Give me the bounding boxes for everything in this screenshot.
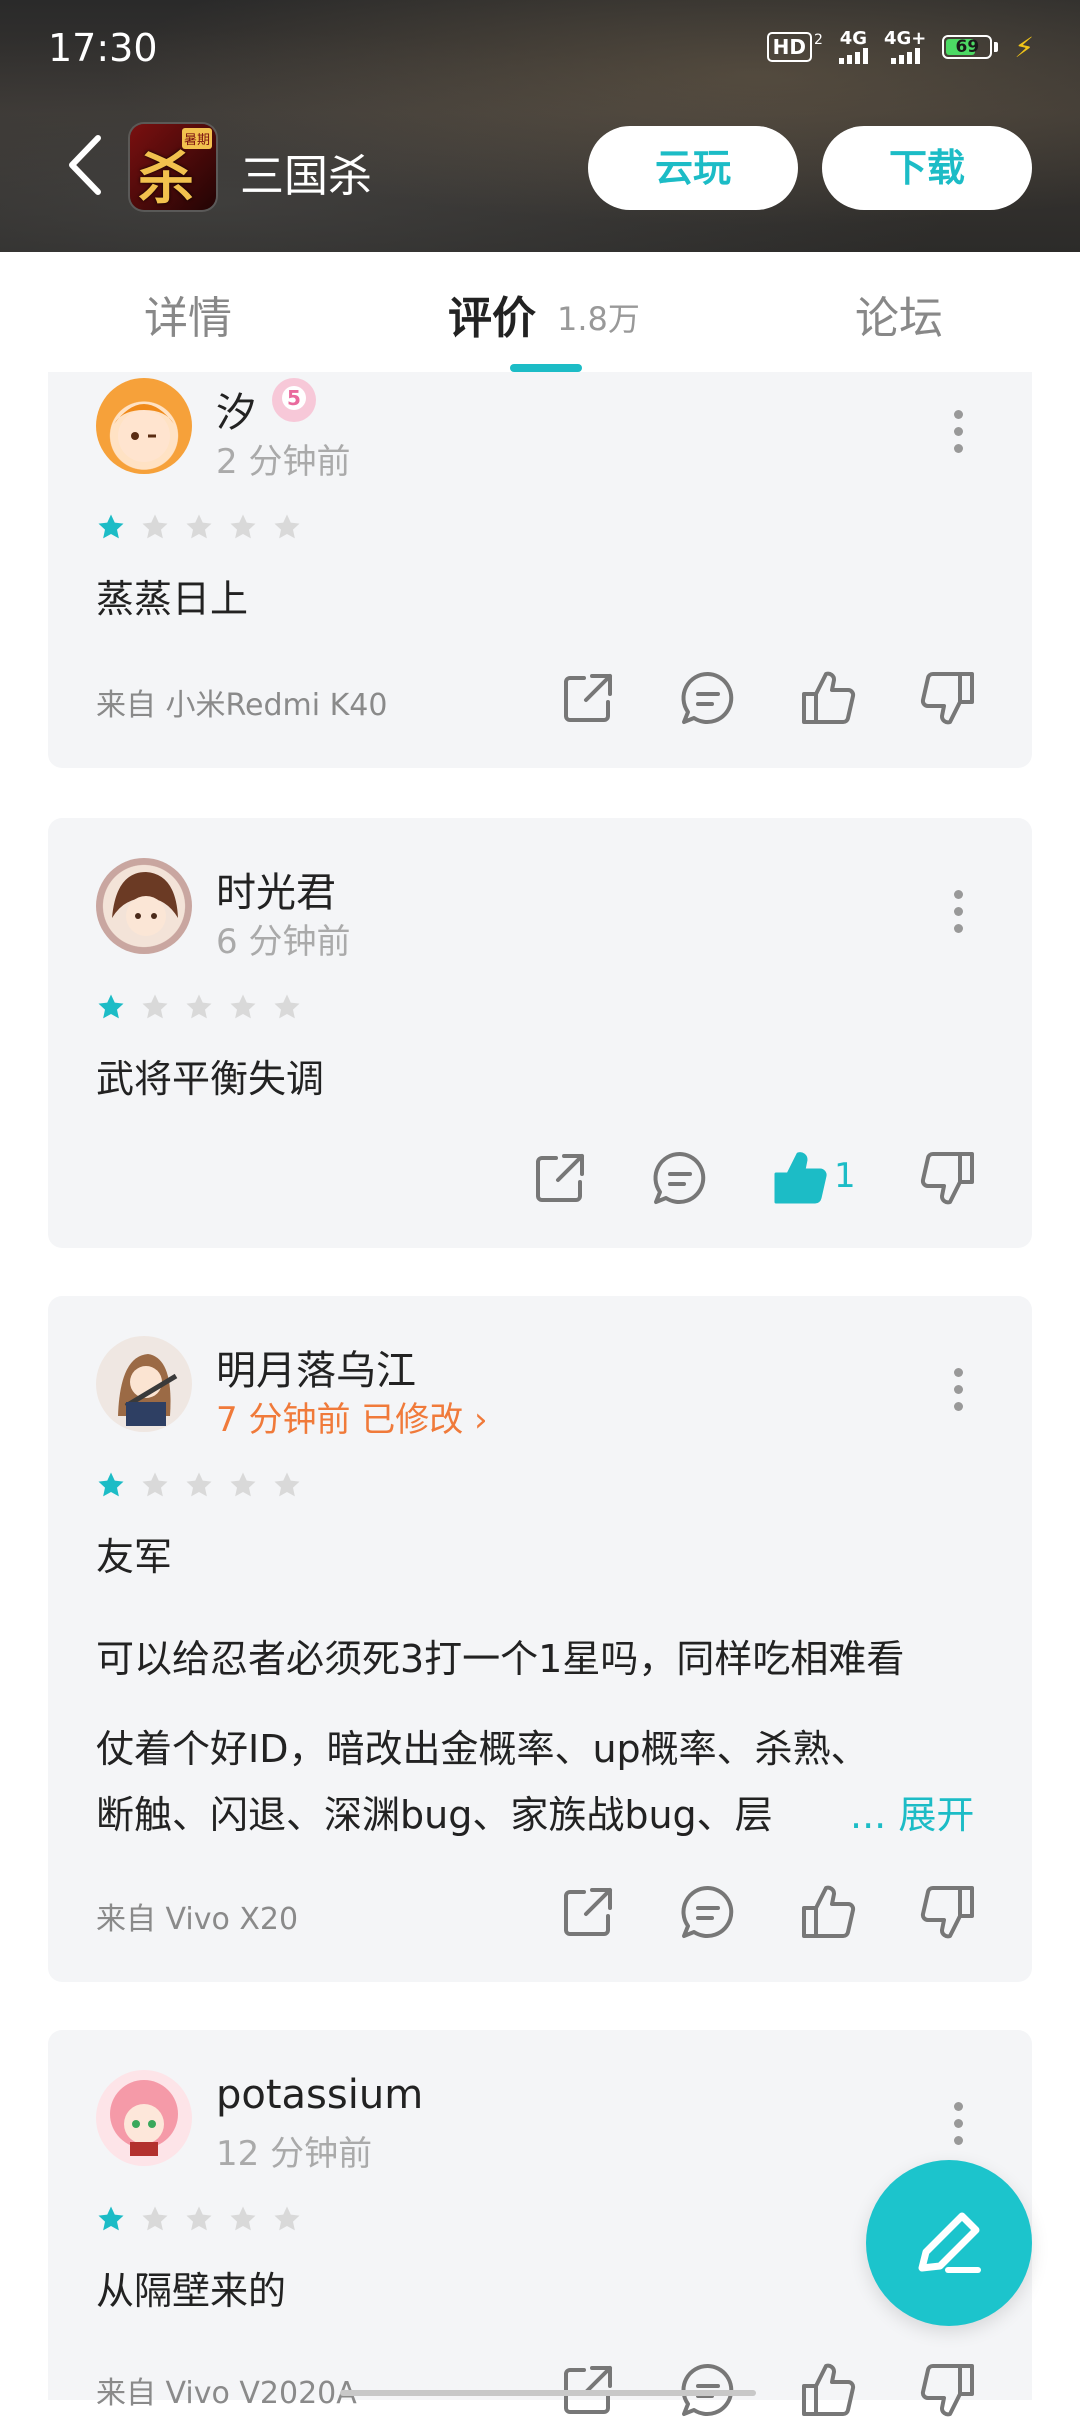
- review-text: 武将平衡失调: [96, 1057, 325, 1101]
- thumbs-up-icon[interactable]: [798, 668, 858, 728]
- more-options-icon[interactable]: [954, 410, 964, 461]
- more-options-icon[interactable]: [954, 890, 964, 941]
- review-time: 2 分钟前: [216, 442, 351, 482]
- thumbs-down-icon[interactable]: [918, 668, 978, 728]
- star-icon: [186, 1472, 212, 1497]
- star-icon: [98, 514, 124, 539]
- tab-reviews[interactable]: 评价: [448, 282, 536, 346]
- review-text: 蒸蒸日上: [96, 577, 249, 621]
- thumbs-up-icon[interactable]: [798, 2360, 858, 2420]
- write-review-button[interactable]: [866, 2160, 1032, 2326]
- star-icon: [230, 514, 256, 539]
- review-card: 明月落乌江 7 分钟前 已修改 › 友军 可以给忍者必须死3打一个1星吗，同样吃…: [48, 1296, 1032, 1982]
- status-icons: HD 2 4G 4G+ 69 ⚡: [766, 30, 1034, 64]
- username[interactable]: potassium: [216, 2072, 423, 2118]
- comment-icon[interactable]: [678, 1882, 738, 1942]
- reviews-count: 1.8万: [557, 300, 640, 338]
- signal-4g-icon: 4G: [838, 30, 868, 64]
- star-icon: [186, 994, 212, 1019]
- review-text-line: 可以给忍者必须死3打一个1星吗，同样吃相难看: [96, 1637, 905, 1681]
- level-badge-icon: 5: [272, 378, 316, 422]
- star-icon: [98, 2206, 124, 2231]
- star-icon: [142, 2206, 168, 2231]
- share-icon[interactable]: [530, 1148, 590, 1208]
- pen-icon: [918, 2212, 981, 2273]
- rating-stars: [96, 1470, 302, 1500]
- share-icon[interactable]: [558, 1882, 618, 1942]
- avatar[interactable]: [96, 378, 192, 474]
- more-options-icon[interactable]: [954, 1368, 964, 1419]
- thumbs-up-icon[interactable]: [770, 1148, 830, 1208]
- star-icon: [274, 994, 300, 1019]
- star-icon: [186, 514, 212, 539]
- charging-icon: ⚡: [1014, 30, 1034, 64]
- cloud-play-button[interactable]: 云玩: [588, 126, 798, 210]
- review-time: 6 分钟前: [216, 922, 351, 962]
- device-label: 来自 Vivo X20: [96, 1902, 299, 1937]
- review-text-line: 仗着个好ID，暗改出金概率、up概率、杀熟、: [96, 1727, 869, 1771]
- hd-voice-icon: HD: [766, 32, 813, 62]
- review-text: 从隔壁来的: [96, 2269, 287, 2313]
- review-time: 12 分钟前: [216, 2134, 373, 2174]
- rating-stars: [96, 992, 302, 1022]
- star-icon: [98, 994, 124, 1019]
- rating-stars: [96, 2204, 302, 2234]
- chevron-left-icon[interactable]: [60, 130, 110, 200]
- more-options-icon[interactable]: [954, 2102, 964, 2153]
- star-icon: [274, 2206, 300, 2231]
- review-time-edited[interactable]: 7 分钟前 已修改 ›: [216, 1392, 488, 1441]
- rating-stars: [96, 512, 302, 542]
- avatar[interactable]: [96, 858, 192, 954]
- star-icon: [142, 994, 168, 1019]
- review-text-line: 断触、闪退、深渊bug、家族战bug、层: [96, 1793, 773, 1837]
- star-icon: [142, 1472, 168, 1497]
- avatar[interactable]: [96, 1336, 192, 1432]
- thumbs-down-icon[interactable]: [918, 1882, 978, 1942]
- review-title: 友军: [96, 1535, 173, 1579]
- username[interactable]: 明月落乌江: [216, 1338, 416, 1396]
- active-tab-indicator: [510, 364, 582, 372]
- battery-icon: 69: [942, 35, 999, 59]
- avatar[interactable]: [96, 2070, 192, 2166]
- status-time: 17:30: [48, 26, 158, 70]
- star-icon: [142, 514, 168, 539]
- like-count: 1: [834, 1156, 856, 1196]
- tab-detail[interactable]: 详情: [144, 282, 232, 346]
- device-label: 来自 Vivo V2020A: [96, 2376, 357, 2411]
- tab-bar: 详情 评价 1.8万 论坛: [0, 252, 1080, 372]
- device-label: 来自 小米Redmi K40: [96, 688, 388, 723]
- star-icon: [274, 514, 300, 539]
- review-card: 时光君 6 分钟前 武将平衡失调 1: [48, 818, 1032, 1248]
- comment-icon[interactable]: [650, 1148, 710, 1208]
- expand-link[interactable]: ... 展开: [850, 1784, 974, 1839]
- signal-4g-plus-icon: 4G+: [884, 30, 926, 64]
- star-icon: [274, 1472, 300, 1497]
- home-indicator: [340, 2390, 756, 2396]
- comment-icon[interactable]: [678, 668, 738, 728]
- star-icon: [186, 2206, 212, 2231]
- share-icon[interactable]: [558, 668, 618, 728]
- username[interactable]: 汐: [216, 380, 256, 438]
- thumbs-up-icon[interactable]: [798, 1882, 858, 1942]
- status-bar: 17:30 HD 2 4G 4G+ 69 ⚡: [0, 0, 1080, 100]
- star-icon: [230, 1472, 256, 1497]
- tab-forum[interactable]: 论坛: [855, 282, 943, 346]
- app-name: 三国杀: [240, 151, 372, 202]
- thumbs-down-icon[interactable]: [918, 2360, 978, 2420]
- review-card: 汐 5 2 分钟前 蒸蒸日上 来自 小米Redmi K40: [48, 372, 1032, 768]
- download-button[interactable]: 下载: [822, 126, 1032, 210]
- star-icon: [98, 1472, 124, 1497]
- thumbs-down-icon[interactable]: [918, 1148, 978, 1208]
- star-icon: [230, 994, 256, 1019]
- username[interactable]: 时光君: [216, 860, 336, 918]
- star-icon: [230, 2206, 256, 2231]
- app-header: 17:30 HD 2 4G 4G+ 69 ⚡ 杀 暑期 三国杀 云玩 下载: [0, 0, 1080, 252]
- app-icon: 杀 暑期: [130, 124, 216, 210]
